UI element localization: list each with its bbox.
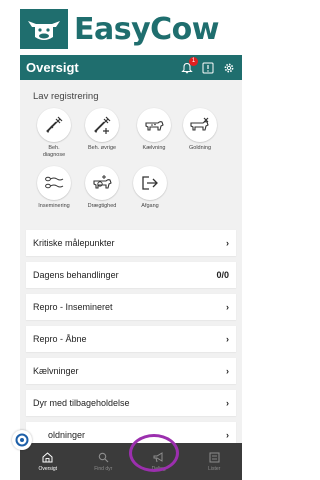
nav-lister[interactable]: Lister — [187, 443, 243, 480]
gear-icon[interactable] — [222, 61, 236, 75]
chevron-right-icon: › — [226, 238, 229, 248]
list-item-kaelvninger[interactable]: Kælvninger › — [26, 358, 236, 384]
sperm-icon — [37, 166, 71, 200]
app-screen: Oversigt 1 Lav registrering Beh. diagnos… — [20, 55, 242, 480]
chevron-right-icon: › — [226, 302, 229, 312]
highlight-circle — [129, 434, 179, 472]
tile-afgang[interactable]: Afgang — [130, 166, 170, 210]
list-item-label: Repro - Åbne — [33, 334, 87, 344]
help-button[interactable] — [12, 430, 32, 450]
chevron-right-icon: › — [226, 430, 229, 440]
cow-x-icon — [183, 108, 217, 142]
treatment-count: 0/0 — [216, 270, 229, 280]
cow-icon — [137, 108, 171, 142]
nav-label: Find dyr — [94, 465, 113, 472]
list-item-repro-abne[interactable]: Repro - Åbne › — [26, 326, 236, 352]
tile-label: Drægtighed — [87, 203, 117, 209]
tile-beh-diagnose[interactable]: Beh. diagnose — [34, 108, 74, 159]
tile-label: Kælvning — [142, 145, 166, 151]
list-item-dyr-med-tilbageholdelse[interactable]: Dyr med tilbageholdelse › — [26, 390, 236, 416]
bell-icon[interactable]: 1 — [180, 56, 198, 75]
list-item-label: Repro - Insemineret — [33, 302, 113, 312]
home-icon — [42, 451, 53, 462]
nav-oversigt[interactable]: Oversigt — [20, 443, 76, 480]
cow-logo-icon — [20, 9, 68, 49]
pregnant-cow-icon — [85, 166, 119, 200]
page-title: Oversigt — [26, 60, 79, 75]
chevron-right-icon: › — [226, 366, 229, 376]
app-bar: Oversigt 1 — [20, 55, 242, 80]
registration-tiles: Beh. diagnose Beh. øvrige Kælvning Goldn… — [20, 108, 242, 230]
syringe-plus-icon — [85, 108, 119, 142]
tile-inseminering[interactable]: Inseminering — [34, 166, 74, 210]
list-item-dagens-behandlinger[interactable]: Dagens behandlinger 0/0 — [26, 262, 236, 288]
tile-label: Beh. øvrige — [87, 145, 117, 151]
overview-list: Kritiske målepunkter › Dagens behandling… — [26, 230, 236, 454]
nav-label: Oversigt — [38, 465, 58, 472]
search-icon — [98, 452, 109, 462]
tile-label: Beh. diagnose — [42, 145, 66, 158]
list-icon — [209, 452, 220, 462]
tile-kaelvning[interactable]: Kælvning — [134, 108, 174, 152]
brand-name: EasyCow — [74, 11, 220, 47]
syringe-icon — [37, 108, 71, 142]
tile-draegtighed[interactable]: Drægtighed — [82, 166, 122, 210]
nav-find-dyr[interactable]: Find dyr — [76, 443, 132, 480]
help-icon — [15, 433, 29, 447]
tile-label: Inseminering — [38, 203, 70, 209]
tile-goldning[interactable]: Goldning — [180, 108, 220, 152]
list-item-label: Kælvninger — [33, 366, 79, 376]
list-item-repro-insemineret[interactable]: Repro - Insemineret › — [26, 294, 236, 320]
list-item-label: Dyr med tilbageholdelse — [33, 398, 130, 408]
exit-icon — [133, 166, 167, 200]
chevron-right-icon: › — [226, 334, 229, 344]
list-item-kritiske-malepunkter[interactable]: Kritiske målepunkter › — [26, 230, 236, 256]
tile-beh-ovrige[interactable]: Beh. øvrige — [82, 108, 122, 152]
tile-label: Afgang — [141, 203, 159, 209]
registration-title: Lav registrering — [33, 91, 99, 102]
brand-logo: EasyCow — [20, 6, 242, 52]
nav-label: Lister — [208, 465, 221, 472]
chevron-right-icon: › — [226, 398, 229, 408]
list-item-label: Kritiske målepunkter — [33, 238, 115, 248]
list-item-label: Dagens behandlinger — [33, 270, 119, 280]
tile-label: Goldning — [188, 145, 212, 151]
notification-badge: 1 — [189, 56, 198, 66]
alert-icon[interactable] — [201, 61, 215, 75]
